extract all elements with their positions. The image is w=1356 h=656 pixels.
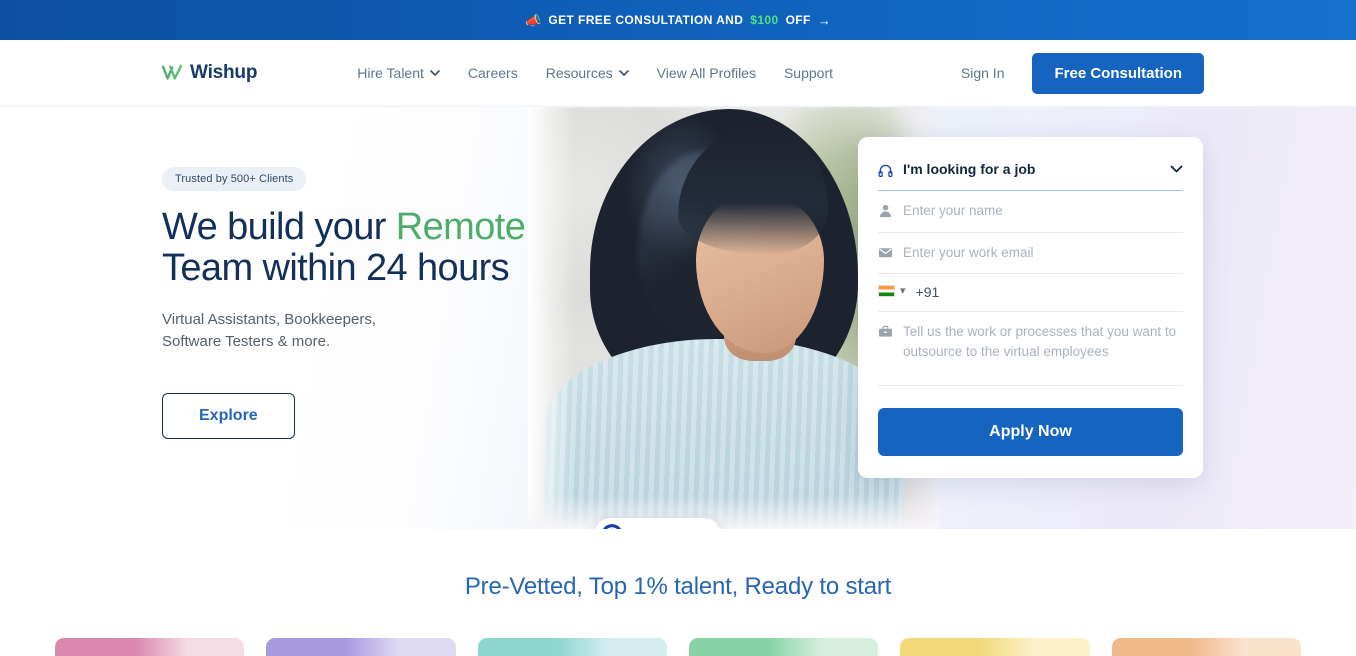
talent-card[interactable]	[900, 638, 1090, 656]
nav-label: Careers	[467, 65, 518, 81]
name-placeholder: Enter your name	[903, 203, 1003, 218]
nav-item-careers[interactable]: Careers	[468, 65, 518, 81]
nav-label: Hire Talent	[357, 65, 424, 81]
badge-top-talent: Top 1% talent	[594, 518, 721, 529]
arrow-right-icon: →	[817, 12, 831, 28]
nav-label: View All Profiles	[656, 65, 756, 81]
promo-amount: $100	[750, 13, 779, 27]
india-flag-icon	[878, 284, 895, 297]
email-placeholder: Enter your work email	[903, 244, 1034, 260]
talent-card[interactable]	[1111, 638, 1301, 656]
user-icon	[879, 204, 892, 218]
promo-text-before: GET FREE CONSULTATION AND	[548, 13, 744, 27]
hero-copy: Trusted by 500+ Clients We build your Re…	[162, 167, 562, 439]
country-separator: ▾	[900, 285, 906, 298]
headline-part-1: We build your	[162, 206, 396, 248]
message-placeholder: Tell us the work or processes that you w…	[903, 324, 1177, 359]
message-field[interactable]: Tell us the work or processes that you w…	[878, 312, 1183, 387]
nav-label: Support	[783, 65, 834, 81]
nav-item-hire-talent[interactable]: Hire Talent	[357, 65, 440, 81]
subhead-line-2: Software Testers & more.	[162, 332, 331, 350]
apply-now-button[interactable]: Apply Now	[878, 408, 1183, 457]
explore-button[interactable]: Explore	[162, 392, 295, 439]
sign-in-link[interactable]: Sign In	[961, 65, 1005, 81]
brand-logo[interactable]: Wishup	[162, 62, 257, 84]
name-field[interactable]: Enter your name	[878, 191, 1183, 233]
promo-text-after: OFF	[785, 13, 811, 27]
trust-badge: Trusted by 500+ Clients	[162, 167, 307, 191]
header-actions: Sign In Free Consultation	[961, 52, 1204, 94]
talent-card[interactable]	[55, 638, 245, 656]
free-consultation-button[interactable]: Free Consultation	[1032, 52, 1204, 94]
promo-banner[interactable]: 📣 GET FREE CONSULTATION AND $100 OFF →	[0, 0, 1356, 40]
headline-part-2: Team within 24 hours	[162, 247, 510, 290]
site-header: Wishup Hire Talent Careers Resources Vie…	[0, 40, 1356, 107]
talent-section: Pre-Vetted, Top 1% talent, Ready to star…	[0, 529, 1356, 656]
select-value: I'm looking for a job	[903, 161, 1036, 177]
headset-icon	[878, 164, 893, 178]
subhead-line-1: Virtual Assistants, Bookkeepers,	[162, 311, 376, 329]
headline-accent: Remote	[395, 206, 526, 248]
nav-item-view-all-profiles[interactable]: View All Profiles	[657, 65, 756, 81]
brand-name: Wishup	[190, 62, 258, 83]
looking-for-select[interactable]: I'm looking for a job	[878, 153, 1183, 191]
hero-subheadline: Virtual Assistants, Bookkeepers, Softwar…	[162, 309, 562, 353]
talent-card[interactable]	[688, 638, 879, 656]
nav-label: Resources	[545, 65, 613, 81]
main-navigation: Hire Talent Careers Resources View All P…	[357, 65, 833, 81]
hero-headline: We build your Remote Team within 24 hour…	[162, 206, 562, 290]
talent-cards-strip	[0, 638, 1356, 656]
talent-card[interactable]	[477, 638, 667, 656]
country-selector[interactable]: ▾	[878, 284, 906, 297]
chevron-down-icon	[618, 70, 629, 76]
section-title: Pre-Vetted, Top 1% talent, Ready to star…	[464, 573, 892, 600]
phone-country-code: +91	[915, 284, 940, 301]
nav-item-resources[interactable]: Resources	[546, 65, 629, 81]
megaphone-icon: 📣	[525, 12, 542, 28]
hero-section: Trusted by 500+ Clients We build your Re…	[0, 107, 1356, 529]
wishup-logo-icon	[162, 64, 183, 80]
talent-card[interactable]	[266, 638, 456, 656]
email-field[interactable]: Enter your work email	[878, 233, 1183, 275]
nav-item-support[interactable]: Support	[784, 65, 833, 81]
lead-form-card: I'm looking for a job Enter your name En…	[858, 137, 1203, 479]
photo-fade-bottom	[528, 495, 940, 529]
mail-icon	[878, 247, 893, 257]
briefcase-icon	[878, 325, 893, 337]
chevron-down-icon	[1170, 165, 1183, 173]
chevron-down-icon	[430, 70, 440, 76]
phone-field[interactable]: ▾ +91	[878, 274, 1183, 313]
